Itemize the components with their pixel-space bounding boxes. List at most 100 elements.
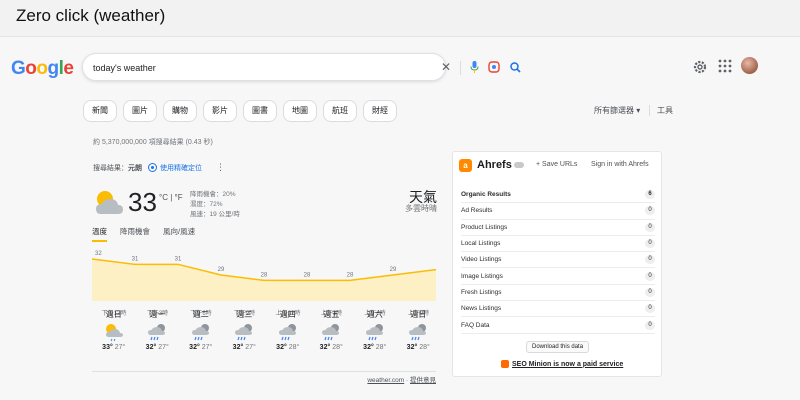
- save-urls-button[interactable]: + Save URLs: [536, 161, 577, 168]
- seo-minion-promo-link[interactable]: SEO Minion is now a paid service: [501, 360, 623, 368]
- feedback-link[interactable]: 提供意見: [410, 377, 436, 384]
- wind-speed: 風速：19 公里/時: [190, 211, 240, 218]
- forecast-day[interactable]: 週四 32° 28°: [266, 309, 310, 351]
- ahrefs-row[interactable]: News Listings 0: [461, 301, 655, 318]
- forecast-day[interactable]: 週五 32° 28°: [310, 309, 354, 351]
- ahrefs-results-list: Organic Results 6 Ad Results 0 Product Listi…: [461, 187, 655, 334]
- tab-wind[interactable]: 風向/風速: [163, 226, 195, 242]
- chip-books[interactable]: 圖書: [243, 100, 277, 122]
- day-temps: 32° 28°: [310, 344, 354, 351]
- ahrefs-toggle[interactable]: [514, 162, 524, 168]
- mic-icon[interactable]: [467, 60, 481, 74]
- ahrefs-row-count: 0: [645, 287, 655, 297]
- weather-source-link[interactable]: weather.com: [367, 377, 404, 384]
- humidity: 濕度：72%: [190, 201, 223, 208]
- precise-location-link[interactable]: 使用精確定位: [148, 163, 202, 173]
- day-name: 週五: [323, 310, 340, 319]
- location-name: 元朗: [128, 164, 142, 172]
- ahrefs-row-count: 0: [645, 206, 655, 216]
- forecast-day[interactable]: 週一 32° 27°: [136, 309, 180, 351]
- tab-temperature[interactable]: 溫度: [92, 226, 107, 242]
- ahrefs-row[interactable]: Product Listings 0: [461, 220, 655, 236]
- sign-in-ahrefs-link[interactable]: Sign in with Ahrefs: [591, 161, 649, 168]
- forecast-day[interactable]: 週二 32° 27°: [179, 309, 223, 351]
- day-name: 週六: [366, 310, 383, 319]
- logo-letter: o: [25, 58, 37, 79]
- temperature-data-label: 32: [95, 251, 102, 257]
- partly-cloudy-icon: [92, 188, 126, 223]
- all-filters-dropdown[interactable]: 所有篩選器 ▾: [594, 105, 640, 116]
- ahrefs-row[interactable]: Video Listings 0: [461, 252, 655, 269]
- ahrefs-row-label: News Listings: [461, 305, 502, 313]
- result-stats: 約 5,370,000,000 項搜尋結果 (0.43 秒): [93, 139, 213, 146]
- forecast-day[interactable]: 週三 32° 27°: [223, 309, 267, 351]
- day-high: 33°: [102, 344, 113, 351]
- weather-source: weather.com · 提供意見: [367, 377, 436, 384]
- day-temps: 32° 27°: [223, 344, 267, 351]
- rain-cloud-icon: [223, 320, 267, 344]
- temperature-data-label: 28: [347, 272, 354, 278]
- day-low: 27°: [114, 344, 126, 351]
- settings-gear-icon[interactable]: [692, 59, 708, 75]
- ahrefs-row-label: Local Listings: [461, 240, 501, 248]
- tab-precipitation[interactable]: 降雨機會: [120, 226, 150, 242]
- ahrefs-row[interactable]: Local Listings 0: [461, 236, 655, 253]
- ahrefs-row[interactable]: Ad Results 0: [461, 203, 655, 220]
- rain-cloud-icon: [179, 320, 223, 344]
- clear-icon[interactable]: ✕: [439, 60, 453, 74]
- chip-videos[interactable]: 影片: [203, 100, 237, 122]
- chip-finance[interactable]: 財經: [363, 100, 397, 122]
- unit-toggle[interactable]: °C | °F: [159, 193, 183, 202]
- day-high: 32°: [232, 344, 244, 351]
- more-options-icon[interactable]: ⋮: [216, 162, 225, 173]
- chip-images[interactable]: 圖片: [123, 100, 157, 122]
- temperature-data-label: 31: [132, 256, 139, 262]
- ahrefs-row[interactable]: Fresh Listings 0: [461, 285, 655, 302]
- account-avatar[interactable]: [741, 57, 758, 74]
- weather-tabs: 溫度 降雨機會 風向/風速: [92, 226, 195, 242]
- download-data-button[interactable]: Download this data: [526, 341, 590, 353]
- search-icon[interactable]: [508, 60, 522, 74]
- precipitation-chance: 降雨機會：20%: [190, 191, 236, 198]
- google-logo[interactable]: Google: [11, 58, 74, 80]
- search-type-chips: 新聞 圖片 購物 影片 圖書 地圖 航班 財經: [83, 100, 397, 122]
- ahrefs-row[interactable]: Organic Results 6: [461, 187, 655, 204]
- day-name: 週日: [410, 310, 427, 319]
- chip-shopping[interactable]: 購物: [163, 100, 197, 122]
- temperature-data-label: 29: [390, 267, 397, 273]
- weather-footer: weather.com · 提供意見: [92, 371, 436, 384]
- search-input[interactable]: [93, 60, 333, 76]
- ahrefs-row[interactable]: FAQ Data 0: [461, 317, 655, 334]
- forecast-day[interactable]: 週六 32° 28°: [353, 309, 397, 351]
- toolbar-divider: [649, 105, 650, 116]
- chip-flights[interactable]: 航班: [323, 100, 357, 122]
- ahrefs-row-count: 0: [645, 255, 655, 265]
- ahrefs-row[interactable]: Image Listings 0: [461, 268, 655, 285]
- forecast-days: 週日 33° 27° 週一 32° 27° 週二 32° 27° 週三 32° 27° 週四 32…: [92, 309, 440, 351]
- forecast-day[interactable]: 週日 33° 27°: [92, 309, 136, 351]
- ahrefs-row-label: Image Listings: [461, 272, 503, 280]
- temperature-data-label: 29: [218, 267, 225, 273]
- location-label: 搜尋結果：元朗: [93, 164, 142, 172]
- rain-cloud-icon: [397, 320, 441, 344]
- ahrefs-row-label: Organic Results: [461, 191, 511, 199]
- current-temperature: 33: [128, 187, 157, 217]
- tools-button[interactable]: 工具: [657, 105, 673, 116]
- search-divider: [460, 61, 461, 75]
- chip-news[interactable]: 新聞: [83, 100, 117, 122]
- logo-letter: g: [47, 58, 60, 79]
- search-box[interactable]: ✕: [82, 53, 521, 81]
- day-high: 32°: [406, 344, 418, 351]
- day-temps: 33° 27°: [92, 344, 136, 351]
- day-low: 27°: [158, 344, 169, 351]
- temperature-data-label: 28: [304, 272, 311, 278]
- seo-minion-icon: [501, 360, 509, 368]
- day-name: 週日: [105, 310, 122, 319]
- forecast-day[interactable]: 週日 32° 28°: [397, 309, 441, 351]
- ahrefs-row-count: 0: [645, 271, 655, 281]
- chip-maps[interactable]: 地圖: [283, 100, 317, 122]
- lens-icon[interactable]: [487, 60, 501, 74]
- ahrefs-row-label: FAQ Data: [461, 321, 490, 329]
- apps-grid-icon[interactable]: [718, 59, 732, 73]
- day-temps: 32° 28°: [353, 344, 397, 351]
